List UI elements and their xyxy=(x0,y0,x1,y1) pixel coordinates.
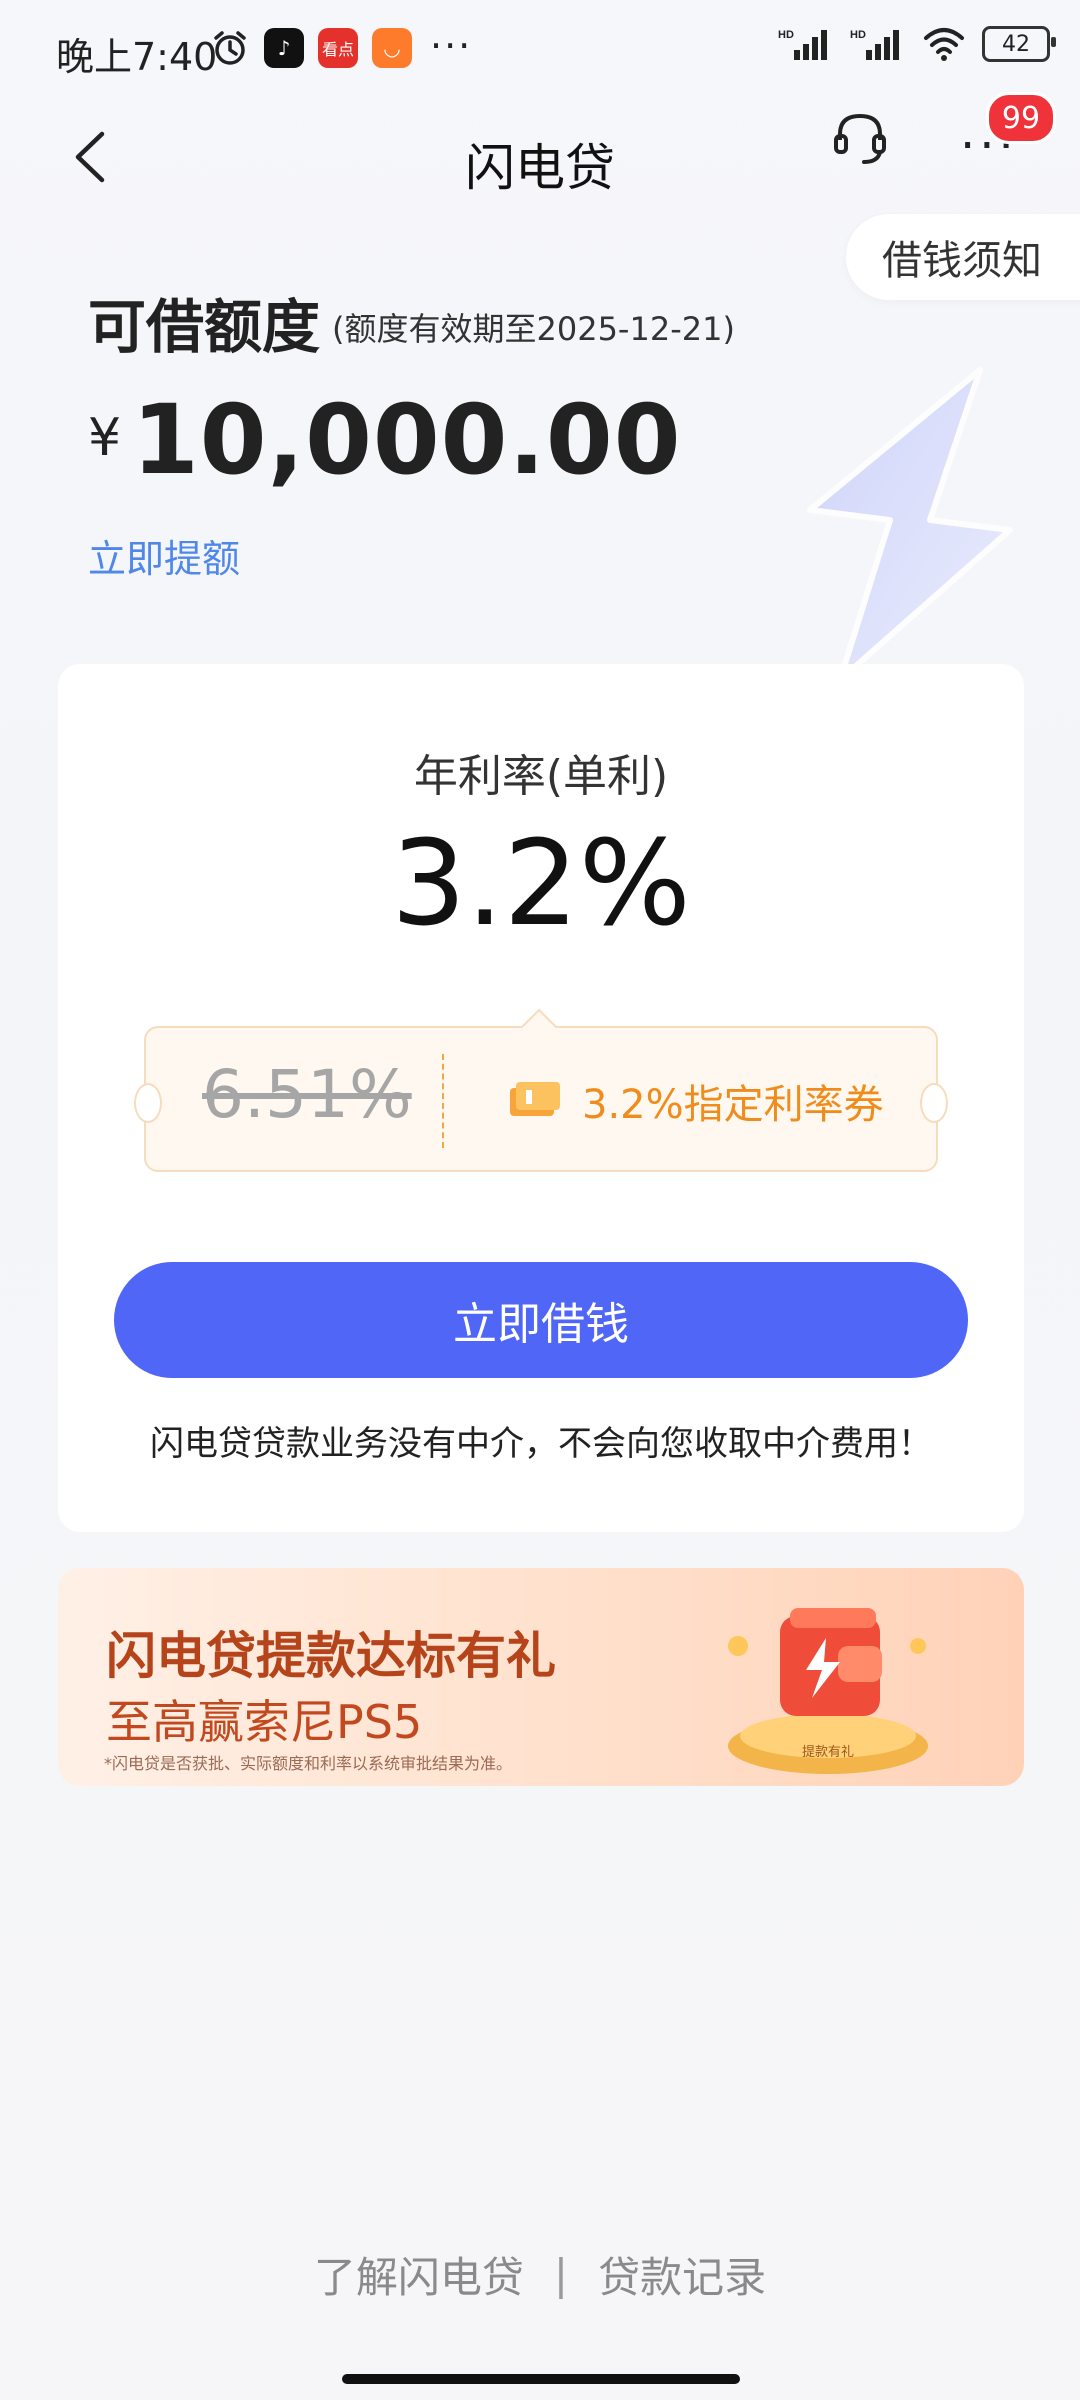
promotion-banner[interactable]: 闪电贷提款达标有礼 至高赢索尼PS5 *闪电贷是否获批、实际额度和利率以系统审批… xyxy=(58,1568,1024,1786)
raise-limit-link[interactable]: 立即提额 xyxy=(88,528,240,583)
borrowing-notice-button[interactable]: 借钱须知 xyxy=(846,214,1080,300)
gift-label: 提款有礼 xyxy=(802,1744,854,1760)
rate-card: 年利率(单利) 3.2% 6.51% 3.2%指定利率券 立即借钱 闪电贷贷款业… xyxy=(58,664,1024,1532)
nav-bar: 闪电贷 xyxy=(0,100,1080,220)
no-agent-disclaimer: 闪电贷贷款业务没有中介，不会向您收取中介费用！ xyxy=(150,1424,932,1464)
tiktok-icon: ♪ xyxy=(264,28,304,68)
banner-title: 闪电贷提款达标有礼 xyxy=(106,1627,556,1685)
customer-service-icon[interactable] xyxy=(830,108,890,168)
banner-note: *闪电贷是否获批、实际额度和利率以系统审批结果为准。 xyxy=(104,1754,513,1773)
svg-text:HD: HD xyxy=(778,29,794,41)
currency-symbol: ¥ xyxy=(88,408,122,468)
status-more-dots: ··· xyxy=(430,24,473,68)
status-system-icons: HD HD 42 xyxy=(778,26,1056,62)
credit-limit-validity: (额度有效期至2025-12-21) xyxy=(332,310,735,348)
status-app-icons: ♪ 看点 ◡ xyxy=(210,28,412,68)
about-loan-link[interactable]: 了解闪电贷 xyxy=(314,2244,524,2305)
annual-rate-label: 年利率(单利) xyxy=(413,751,669,802)
battery-icon: 42 xyxy=(982,26,1056,62)
coupon-divider xyxy=(442,1054,444,1148)
annual-rate-value: 3.2% xyxy=(391,814,691,952)
banner-subtitle: 至高赢索尼PS5 xyxy=(106,1695,423,1749)
signal-icon: HD xyxy=(778,29,827,60)
signal-icon-2: HD xyxy=(850,29,899,60)
coupon-notch-right xyxy=(920,1083,948,1123)
original-rate: 6.51% xyxy=(202,1056,412,1133)
alarm-icon xyxy=(214,31,246,65)
footer-links: 了解闪电贷 | 贷款记录 xyxy=(0,2244,1080,2305)
coupon-pointer xyxy=(520,1008,558,1046)
notification-badge: 99 xyxy=(986,92,1056,144)
kandian-icon: 看点 xyxy=(318,28,358,68)
status-time: 晚上7:40 xyxy=(56,35,218,79)
loan-records-link[interactable]: 贷款记录 xyxy=(598,2244,766,2305)
page-title: 闪电贷 xyxy=(465,139,615,197)
coupon-notch-left xyxy=(134,1083,162,1123)
footer-separator: | xyxy=(553,2250,569,2299)
status-bar: 晚上7:40 ♪ 看点 ◡ ··· HD HD 42 xyxy=(0,0,1080,100)
gift-wallet-icon: 提款有礼 xyxy=(728,1608,928,1774)
home-indicator[interactable] xyxy=(342,2374,740,2384)
shop-icon: ◡ xyxy=(372,28,412,68)
coupon-text: 3.2%指定利率券 xyxy=(582,1082,884,1128)
credit-limit-amount: 10,000.00 xyxy=(132,384,682,496)
wifi-icon xyxy=(924,28,964,61)
credit-limit-title: 可借额度 xyxy=(88,293,321,361)
rate-coupon[interactable]: 6.51% 3.2%指定利率券 xyxy=(134,1008,948,1172)
coupon-ticket-icon xyxy=(510,1082,560,1116)
borrow-now-button[interactable]: 立即借钱 xyxy=(114,1262,968,1378)
lightning-decoration-icon xyxy=(807,367,1013,683)
svg-text:HD: HD xyxy=(850,29,866,41)
